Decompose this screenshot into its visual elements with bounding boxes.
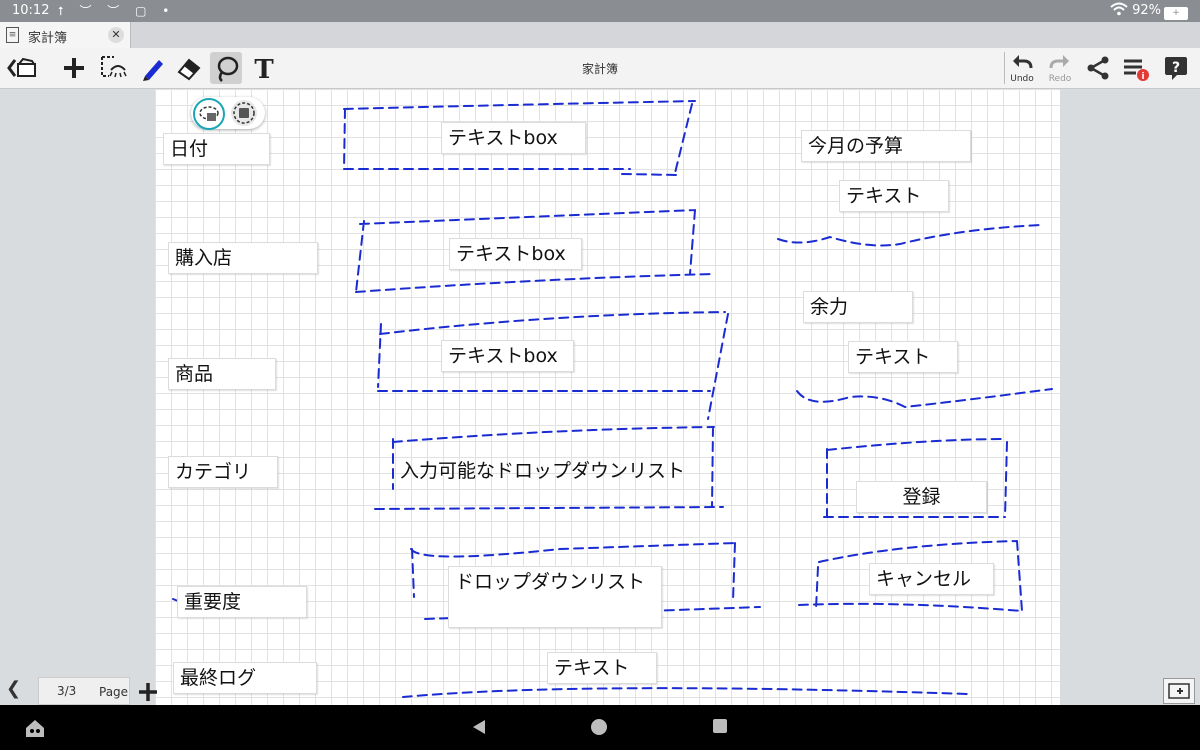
document-tab[interactable]: ≡ 家計簿 ✕ [0, 22, 131, 48]
redo-label: Redo [1048, 74, 1072, 84]
menu-list-icon: i [1124, 59, 1149, 82]
system-home-button[interactable] [591, 719, 607, 735]
label-product[interactable]: 商品 [168, 358, 276, 390]
label-category[interactable]: カテゴリ [168, 456, 278, 488]
dropdown-category[interactable]: 入力可能なドロップダウンリスト [394, 456, 712, 486]
battery-percent: 92% [1132, 3, 1161, 18]
dropdown-importance[interactable]: ドロップダウンリスト [448, 566, 662, 628]
label-store[interactable]: 購入店 [168, 242, 318, 274]
document-tab-title: 家計簿 [28, 31, 68, 46]
add-page-button[interactable] [138, 676, 158, 708]
share-icon [1087, 56, 1109, 80]
pen-tool-button[interactable] [137, 52, 169, 84]
zoom-window-button[interactable] [1163, 678, 1195, 704]
back-to-library-button[interactable] [6, 52, 38, 84]
help-icon: ? [1165, 57, 1187, 80]
battery-icon: + [1164, 7, 1188, 20]
toolbar-divider [1004, 52, 1005, 84]
help-button[interactable]: ? [1160, 52, 1192, 84]
close-tab-button[interactable]: ✕ [108, 27, 124, 43]
plus-icon [64, 58, 84, 78]
label-monthly-budget[interactable]: 今月の予算 [801, 130, 971, 162]
label-last-log[interactable]: 最終ログ [173, 662, 317, 694]
lasso-options-popup [191, 97, 265, 130]
eraser-icon [177, 58, 201, 81]
share-button[interactable] [1082, 52, 1114, 84]
toolbar: T 家計簿 Undo Redo i ? [0, 48, 1200, 89]
textbox-store[interactable]: テキストbox [449, 238, 582, 270]
canvas-area[interactable]: 日付 購入店 商品 カテゴリ 重要度 最終ログ テキストbox テキストbox … [0, 89, 1200, 705]
redo-button[interactable]: Redo [1044, 50, 1076, 86]
status-time: 10:12 [12, 3, 50, 18]
text-last-log[interactable]: テキスト [547, 652, 657, 684]
zoom-box-icon [1168, 683, 1190, 699]
text-tool-icon: T [254, 55, 274, 82]
register-button[interactable]: 登録 [856, 481, 987, 513]
lasso-shape-button[interactable] [231, 100, 257, 126]
menu-button[interactable]: i [1120, 52, 1152, 84]
ink-underline-log [402, 687, 969, 698]
page-indicator[interactable]: 3/3 Page [38, 677, 130, 705]
previous-page-button[interactable]: ❮ [6, 678, 21, 699]
textbox-date[interactable]: テキストbox [441, 122, 586, 154]
text-tool-button[interactable]: T [248, 52, 280, 84]
page-navigation: ❮ 3/3 Page [0, 675, 165, 705]
add-button[interactable] [58, 52, 90, 84]
lasso-screenshot-button[interactable] [193, 98, 225, 130]
undo-button[interactable]: Undo [1006, 50, 1038, 86]
text-remaining[interactable]: テキスト [848, 341, 958, 373]
notification-icons: ⭡ ︶ ︶ ▢ • [58, 4, 176, 18]
ink-underline-remaining [796, 388, 1053, 409]
text-monthly-budget[interactable]: テキスト [839, 180, 949, 212]
system-back-button[interactable] [471, 719, 487, 739]
page-label: Page [99, 685, 129, 699]
svg-text:?: ? [1172, 60, 1180, 76]
textbox-product[interactable]: テキストbox [441, 340, 574, 372]
system-recents-button[interactable] [713, 719, 727, 733]
lasso-icon [217, 56, 239, 82]
view-mode-button[interactable] [98, 52, 130, 84]
undo-icon [1013, 55, 1033, 69]
lasso-capture-icon [199, 106, 219, 121]
pen-icon [143, 60, 163, 81]
read-mode-icon [101, 56, 127, 78]
app-launcher-icon[interactable] [24, 717, 46, 743]
lasso-shape-icon [233, 102, 255, 124]
label-remaining[interactable]: 余力 [803, 291, 913, 323]
ink-underline-budget [777, 224, 1041, 247]
svg-text:T: T [254, 55, 274, 82]
tab-bar: ≡ 家計簿 ✕ [0, 22, 1200, 48]
cancel-button[interactable]: キャンセル [869, 563, 994, 595]
system-navigation-bar [0, 705, 1200, 750]
wifi-icon [1110, 2, 1128, 20]
svg-text:i: i [1141, 72, 1144, 82]
lasso-tool-button[interactable] [210, 52, 242, 84]
plus-icon [139, 683, 157, 701]
label-importance[interactable]: 重要度 [177, 586, 307, 618]
notebook-icon: ≡ [6, 27, 19, 43]
eraser-tool-button[interactable] [173, 52, 205, 84]
status-bar: 10:12 ⭡ ︶ ︶ ▢ • 92% + [0, 0, 1200, 22]
undo-label: Undo [1010, 74, 1034, 84]
back-library-icon [7, 57, 36, 77]
redo-icon [1049, 55, 1069, 69]
label-date[interactable]: 日付 [163, 133, 270, 165]
battery-indicator: 92% + [1132, 3, 1188, 20]
page-count: 3/3 [57, 684, 77, 698]
